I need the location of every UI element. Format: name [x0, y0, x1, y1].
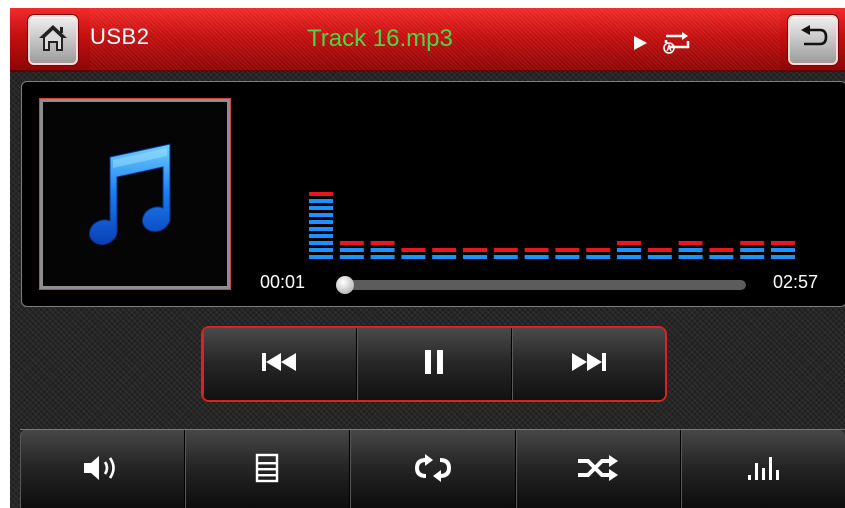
- spectrum-segment: [586, 255, 611, 259]
- spectrum-band: [647, 248, 672, 259]
- header-bar: USB2 Track 16.mp3: [10, 8, 845, 72]
- spectrum-segment: [370, 255, 395, 259]
- spectrum-band: [555, 248, 580, 259]
- spectrum-peak: [432, 248, 457, 252]
- spectrum-band: [493, 248, 518, 259]
- spectrum-segment: [463, 255, 487, 259]
- now-playing-panel: 00:01 02:57: [21, 81, 845, 307]
- spectrum-segment: [678, 255, 703, 259]
- spectrum-peak: [617, 241, 641, 245]
- repeat-all-icon: [660, 30, 694, 58]
- spectrum-segment: [309, 241, 333, 245]
- source-title: USB2: [90, 24, 150, 49]
- next-track-icon: [569, 351, 607, 377]
- spectrum-segment: [617, 255, 641, 259]
- spectrum-band: [309, 192, 333, 259]
- spectrum-peak: [339, 241, 364, 245]
- back-button[interactable]: [788, 15, 838, 65]
- spectrum-segment: [771, 255, 795, 259]
- spectrum-band: [586, 248, 611, 259]
- speaker-volume-icon: [82, 453, 122, 487]
- spectrum-segment: [309, 206, 333, 210]
- spectrum-segment: [555, 255, 580, 259]
- spectrum-peak: [493, 248, 518, 252]
- spectrum-segment: [309, 234, 333, 238]
- spectrum-peak: [647, 248, 672, 252]
- playlist-icon: [255, 453, 279, 487]
- spectrum-segment: [309, 220, 333, 224]
- spectrum-band: [617, 241, 641, 259]
- repeat-button[interactable]: [350, 430, 516, 508]
- spectrum-peak: [678, 241, 703, 245]
- progress-slider[interactable]: [336, 276, 746, 294]
- total-time: 02:57: [773, 272, 819, 292]
- pause-button[interactable]: [357, 328, 512, 400]
- spectrum-peak: [463, 248, 487, 252]
- spectrum-peak: [370, 241, 395, 245]
- spectrum-segment: [370, 248, 395, 252]
- spectrum-band: [740, 241, 765, 259]
- play-icon: [632, 35, 648, 55]
- spectrum-segment: [740, 248, 765, 252]
- transport-controls: [201, 326, 667, 402]
- spectrum-peak: [524, 248, 549, 252]
- spectrum-segment: [309, 199, 333, 203]
- spectrum-segment: [617, 248, 641, 252]
- spectrum-segment: [647, 255, 672, 259]
- elapsed-time: 00:01: [260, 272, 306, 292]
- spectrum-band: [463, 248, 487, 259]
- pause-icon: [422, 348, 446, 380]
- spectrum-segment: [740, 255, 765, 259]
- playlist-button[interactable]: [185, 430, 351, 508]
- spectrum-segment: [309, 213, 333, 217]
- spectrum-band: [771, 241, 795, 259]
- music-player-screen: USB2 Track 16.mp3 00:01 02:57: [10, 8, 845, 508]
- music-note-icon: [75, 132, 195, 256]
- spectrum-peak: [555, 248, 580, 252]
- spectrum-segment: [678, 248, 703, 252]
- spectrum-peak: [586, 248, 611, 252]
- spectrum-peak: [401, 248, 426, 252]
- spectrum-peak: [709, 248, 734, 252]
- previous-track-button[interactable]: [203, 328, 358, 400]
- spectrum-segment: [709, 255, 734, 259]
- spectrum-band: [401, 248, 426, 259]
- shuffle-button[interactable]: [515, 430, 681, 508]
- spectrum-band: [370, 241, 395, 259]
- volume-button[interactable]: [20, 430, 186, 508]
- spectrum-segment: [401, 255, 426, 259]
- spectrum-peak: [740, 241, 765, 245]
- spectrum-segment: [309, 248, 333, 252]
- spectrum-segment: [339, 255, 364, 259]
- shuffle-icon: [576, 453, 620, 487]
- back-arrow-icon: [798, 25, 828, 55]
- equalizer-icon: [746, 455, 780, 485]
- progress-slider-thumb[interactable]: [336, 276, 355, 294]
- bottom-toolbar: [20, 429, 845, 508]
- spectrum-band: [339, 241, 364, 259]
- spectrum-band: [432, 248, 457, 259]
- spectrum-segment: [771, 248, 795, 252]
- spectrum-band: [709, 248, 734, 259]
- spectrum-peak: [771, 241, 795, 245]
- next-track-button[interactable]: [511, 328, 665, 400]
- spectrum-band: [678, 241, 703, 259]
- spectrum-segment: [432, 255, 457, 259]
- home-icon: [37, 23, 69, 57]
- home-button[interactable]: [28, 15, 78, 65]
- spectrum-segment: [309, 255, 333, 259]
- equalizer-button[interactable]: [680, 430, 845, 508]
- spectrum-segment: [493, 255, 518, 259]
- album-art: [39, 98, 231, 290]
- spectrum-segment: [309, 227, 333, 231]
- spectrum-segment: [524, 255, 549, 259]
- spectrum-band: [524, 248, 549, 259]
- repeat-icon: [413, 453, 453, 487]
- spectrum-peak: [309, 192, 333, 196]
- previous-track-icon: [261, 351, 299, 377]
- spectrum-segment: [339, 248, 364, 252]
- track-title: Track 16.mp3: [307, 25, 453, 52]
